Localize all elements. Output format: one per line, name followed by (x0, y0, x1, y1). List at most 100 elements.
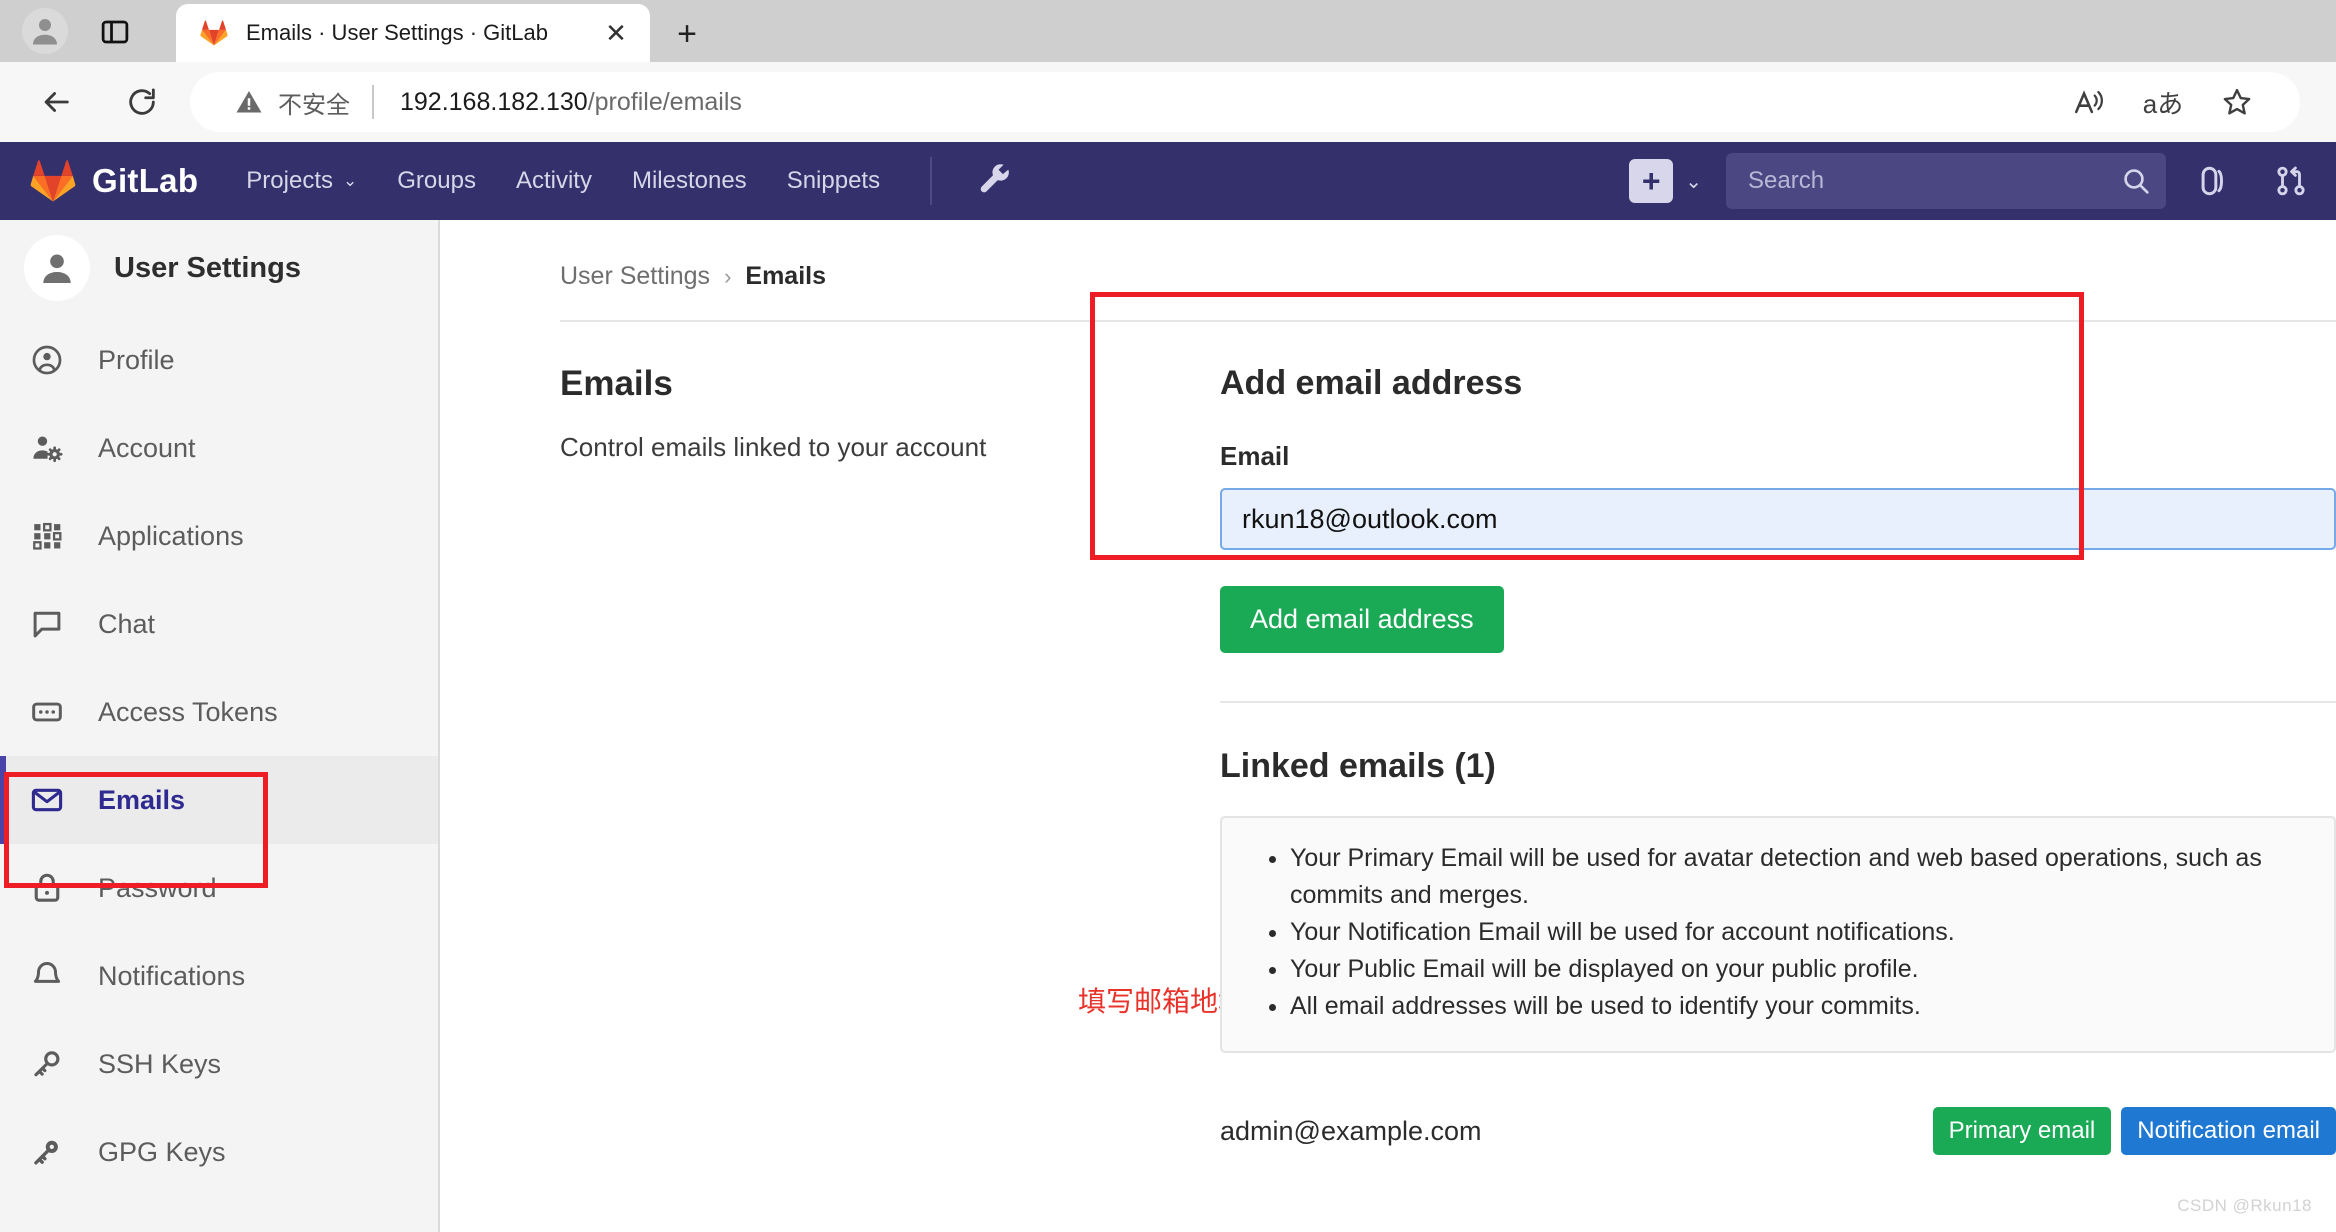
user-settings-sidebar: User Settings Profile Account Applicatio… (0, 220, 440, 1232)
section-divider (1220, 701, 2336, 703)
search-input[interactable] (1726, 166, 2106, 196)
search-box[interactable] (1726, 153, 2166, 209)
content-divider (560, 320, 2336, 322)
new-item-chevron-down-icon[interactable]: ⌄ (1685, 169, 1702, 194)
chat-bubble-icon (30, 607, 78, 641)
linked-emails-heading: Linked emails (1) (1220, 747, 1496, 785)
sidebar-item-account[interactable]: Account (0, 404, 438, 492)
email-field-label: Email (1220, 441, 1290, 471)
applications-grid-icon (30, 519, 78, 553)
translate-icon[interactable]: aあ (2126, 76, 2200, 128)
gitlab-logo[interactable]: GitLab (30, 158, 198, 204)
back-arrow-glyph (44, 92, 69, 112)
page-description: Control emails linked to your account (560, 432, 987, 462)
linked-emails-notes-list: Your Primary Email will be used for avat… (1248, 840, 2308, 1025)
sidebar-item-applications[interactable]: Applications (0, 492, 438, 580)
sidebar-item-emails-label: Emails (98, 784, 186, 815)
sidebar-title: User Settings (114, 251, 301, 284)
chevron-down-icon: ⌄ (343, 171, 358, 190)
status-badge: Notification email (2121, 1107, 2336, 1155)
nav-item-activity[interactable]: Activity (516, 167, 592, 195)
list-item: All email addresses will be used to iden… (1290, 988, 2308, 1025)
access-token-icon (30, 695, 78, 729)
sidebar-item-applications-label: Applications (98, 520, 244, 551)
gitlab-navbar-right: + ⌄ (1629, 153, 2336, 209)
profile-icon (30, 343, 78, 377)
status-badge: Primary email (1932, 1107, 2112, 1155)
merge-request-icon[interactable] (2260, 153, 2322, 209)
favorite-star-icon[interactable] (2200, 76, 2274, 128)
browser-tab[interactable]: Emails · User Settings · GitLab ✕ (176, 4, 650, 62)
browser-tab-strip: Emails · User Settings · GitLab ✕ + (0, 0, 2336, 62)
key-icon (30, 1135, 78, 1169)
omnibox-divider (372, 85, 374, 119)
tab-panel-glyph (101, 20, 129, 44)
breadcrumb: User Settings › Emails (560, 262, 826, 291)
sidebar-item-emails[interactable]: Emails (0, 756, 438, 844)
warning-triangle-icon (232, 85, 266, 119)
sidebar-item-gpg-keys-label: GPG Keys (98, 1136, 226, 1167)
sidebar-item-access-tokens[interactable]: Access Tokens (0, 668, 438, 756)
search-icon[interactable] (2106, 165, 2166, 197)
sidebar-item-account-label: Account (98, 432, 196, 463)
list-item: Your Public Email will be displayed on y… (1290, 951, 2308, 988)
list-item: Your Notification Email will be used for… (1290, 914, 2308, 951)
tab-panel-icon[interactable] (95, 12, 135, 52)
key-icon (30, 1047, 78, 1081)
wrench-icon[interactable] (972, 157, 1020, 205)
reload-icon[interactable] (118, 78, 166, 126)
gitlab-logo-text: GitLab (92, 162, 199, 199)
new-tab-button[interactable]: + (665, 12, 709, 56)
sidebar-header: User Settings (0, 220, 438, 316)
watermark: CSDN @Rkun18 (2177, 1196, 2312, 1215)
screen-root: Emails · User Settings · GitLab ✕ + 不安全 … (0, 0, 2336, 1232)
read-aloud-icon[interactable] (2052, 76, 2126, 128)
avatar (24, 235, 90, 301)
read-aloud-glyph (2074, 90, 2103, 114)
gitlab-navbar: GitLab Projects ⌄ Groups Activity Milest… (0, 142, 2336, 220)
add-email-button[interactable]: Add email address (1220, 586, 1504, 653)
back-arrow-icon[interactable] (32, 78, 80, 126)
sidebar-item-profile-label: Profile (98, 344, 175, 375)
new-item-button[interactable]: + (1629, 159, 1674, 203)
sidebar-item-notifications-label: Notifications (98, 960, 246, 991)
sidebar-item-ssh-keys[interactable]: SSH Keys (0, 1020, 438, 1108)
page-title: Emails (560, 364, 673, 403)
gitlab-logo-icon (30, 160, 76, 202)
nav-item-projects[interactable]: Projects ⌄ (246, 167, 357, 195)
sidebar-item-profile[interactable]: Profile (0, 316, 438, 404)
linked-email-badges: Primary email Notification email (1932, 1107, 2336, 1155)
nav-item-projects-label: Projects (246, 167, 333, 194)
sidebar-item-chat-label: Chat (98, 608, 156, 639)
linked-email-address: admin@example.com (1220, 1115, 1482, 1146)
warning-triangle-glyph (236, 91, 262, 113)
gitlab-favicon-glyph (200, 20, 228, 46)
url-host: 192.168.182.130 (400, 87, 588, 116)
issues-icon[interactable] (2182, 153, 2244, 209)
page-intro-column: Emails Control emails linked to your acc… (560, 364, 1080, 465)
email-field[interactable] (1220, 488, 2336, 550)
sidebar-item-password[interactable]: Password (0, 844, 438, 932)
wrench-glyph (980, 164, 1009, 193)
issues-glyph (2201, 166, 2223, 196)
sidebar-item-gpg-keys[interactable]: GPG Keys (0, 1108, 438, 1196)
address-bar-url: 192.168.182.130/profile/emails (400, 88, 742, 117)
reload-glyph (129, 88, 155, 115)
close-icon[interactable]: ✕ (596, 13, 636, 53)
table-row: admin@example.com Primary email Notifica… (1220, 1095, 2336, 1167)
list-item: Your Primary Email will be used for avat… (1290, 840, 2308, 914)
nav-item-groups[interactable]: Groups (397, 167, 476, 195)
sidebar-item-chat[interactable]: Chat (0, 580, 438, 668)
address-bar[interactable]: 不安全 192.168.182.130/profile/emails aあ (190, 72, 2300, 132)
omnibox-actions: aあ (2052, 76, 2300, 128)
favorite-star-glyph (2223, 88, 2251, 115)
browser-profile-avatar[interactable] (22, 8, 68, 54)
gitlab-nav-items: Projects ⌄ Groups Activity Milestones Sn… (246, 167, 920, 195)
gitlab-favicon (198, 17, 230, 49)
main-content: User Settings › Emails Emails Control em… (442, 220, 2336, 1232)
nav-item-milestones[interactable]: Milestones (632, 167, 747, 195)
breadcrumb-parent[interactable]: User Settings (560, 262, 710, 291)
sidebar-item-notifications[interactable]: Notifications (0, 932, 438, 1020)
breadcrumb-separator-icon: › (724, 263, 732, 289)
nav-item-snippets[interactable]: Snippets (787, 167, 880, 195)
